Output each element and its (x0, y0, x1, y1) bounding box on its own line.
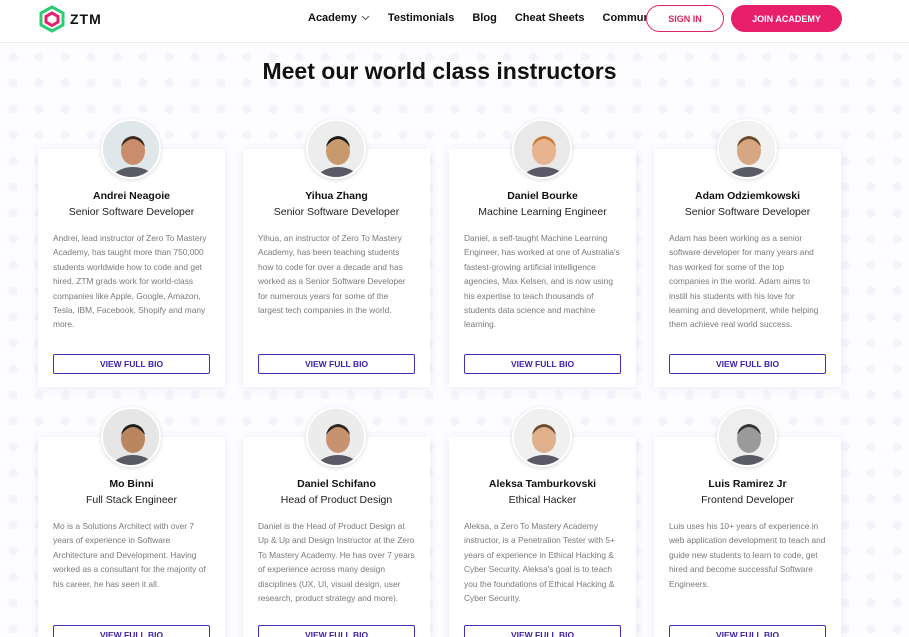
instructor-avatar (512, 407, 572, 467)
instructor-name: Andrei Neagoie (92, 190, 171, 202)
instructor-bio: Adam has been working as a senior softwa… (669, 233, 819, 330)
view-full-bio-button[interactable]: VIEW FULL BIO (669, 354, 826, 374)
instructor-card: Luis Ramirez Jr Frontend Developer Luis … (654, 407, 841, 637)
instructor-role: Ethical Hacker (508, 494, 577, 506)
avatar-image (719, 409, 775, 465)
avatar-image (308, 121, 364, 177)
instructor-role: Head of Product Design (280, 494, 393, 506)
instructor-avatar (306, 407, 366, 467)
view-full-bio-button[interactable]: VIEW FULL BIO (258, 625, 415, 637)
view-full-bio-button[interactable]: VIEW FULL BIO (258, 354, 415, 374)
nav-testimonials[interactable]: Testimonials (388, 12, 454, 24)
instructor-avatar (101, 407, 161, 467)
instructor-role: Senior Software Developer (273, 206, 400, 218)
instructor-name: Luis Ramirez Jr (708, 478, 787, 490)
instructor-card: Daniel Bourke Machine Learning Engineer … (449, 119, 636, 387)
view-full-bio-button[interactable]: VIEW FULL BIO (464, 625, 621, 637)
avatar-image (103, 121, 159, 177)
instructor-role: Senior Software Developer (684, 206, 811, 218)
instructor-role: Frontend Developer (701, 494, 794, 506)
avatar-image (514, 121, 570, 177)
main-nav: Academy Testimonials Blog Cheat Sheets C… (308, 12, 681, 24)
instructor-bio: Daniel, a self-taught Machine Learning E… (464, 233, 620, 330)
instructor-role: Full Stack Engineer (85, 494, 178, 506)
instructor-avatar (512, 119, 572, 179)
instructor-name: Adam Odziemkowski (694, 190, 801, 202)
instructor-card: Andrei Neagoie Senior Software Developer… (38, 119, 225, 387)
nav-cheat-sheets[interactable]: Cheat Sheets (515, 12, 585, 24)
avatar-image (514, 409, 570, 465)
ztm-logo-icon (39, 5, 65, 33)
instructor-card: Adam Odziemkowski Senior Software Develo… (654, 119, 841, 387)
nav-academy-label: Academy (308, 12, 357, 24)
instructor-avatar (101, 119, 161, 179)
instructor-name: Yihua Zhang (305, 190, 368, 202)
instructor-bio: Aleksa, a Zero To Mastery Academy instru… (464, 521, 615, 604)
instructor-name: Aleksa Tamburkovski (488, 478, 597, 490)
instructor-bio: Luis uses his 10+ years of experience in… (669, 521, 826, 589)
instructor-avatar (717, 119, 777, 179)
instructor-name: Mo Binni (109, 478, 154, 490)
instructor-card: Aleksa Tamburkovski Ethical Hacker Aleks… (449, 407, 636, 637)
avatar-image (719, 121, 775, 177)
sign-in-button[interactable]: SIGN IN (646, 5, 724, 32)
instructor-bio: Mo is a Solutions Architect with over 7 … (53, 521, 206, 589)
instructor-bio: Daniel is the Head of Product Design at … (258, 521, 415, 604)
nav-academy[interactable]: Academy (308, 12, 370, 24)
chevron-down-icon (361, 15, 370, 21)
view-full-bio-button[interactable]: VIEW FULL BIO (669, 625, 826, 637)
instructor-bio: Yihua, an instructor of Zero To Mastery … (258, 233, 406, 316)
view-full-bio-button[interactable]: VIEW FULL BIO (53, 354, 210, 374)
instructor-avatar (717, 407, 777, 467)
instructor-card: Mo Binni Full Stack Engineer Mo is a Sol… (38, 407, 225, 637)
ztm-logo[interactable]: ZTM (38, 5, 102, 33)
nav-blog[interactable]: Blog (472, 12, 496, 24)
join-academy-button[interactable]: JOIN ACADEMY (731, 5, 842, 32)
instructor-role: Senior Software Developer (68, 206, 195, 218)
page-title: Meet our world class instructors (262, 58, 617, 84)
avatar-image (103, 409, 159, 465)
instructor-name: Daniel Bourke (507, 190, 578, 202)
view-full-bio-button[interactable]: VIEW FULL BIO (464, 354, 621, 374)
site-header: ZTM Academy Testimonials Blog Cheat Shee… (0, 0, 909, 43)
instructor-card: Yihua Zhang Senior Software Developer Yi… (243, 119, 430, 387)
avatar-image (308, 409, 364, 465)
logo-text: ZTM (70, 11, 102, 27)
instructor-avatar (306, 119, 366, 179)
instructor-card: Daniel Schifano Head of Product Design D… (243, 407, 430, 637)
instructor-name: Daniel Schifano (297, 478, 376, 490)
instructor-role: Machine Learning Engineer (478, 206, 607, 218)
view-full-bio-button[interactable]: VIEW FULL BIO (53, 625, 210, 637)
instructor-bio: Andrei, lead instructor of Zero To Maste… (53, 233, 207, 330)
